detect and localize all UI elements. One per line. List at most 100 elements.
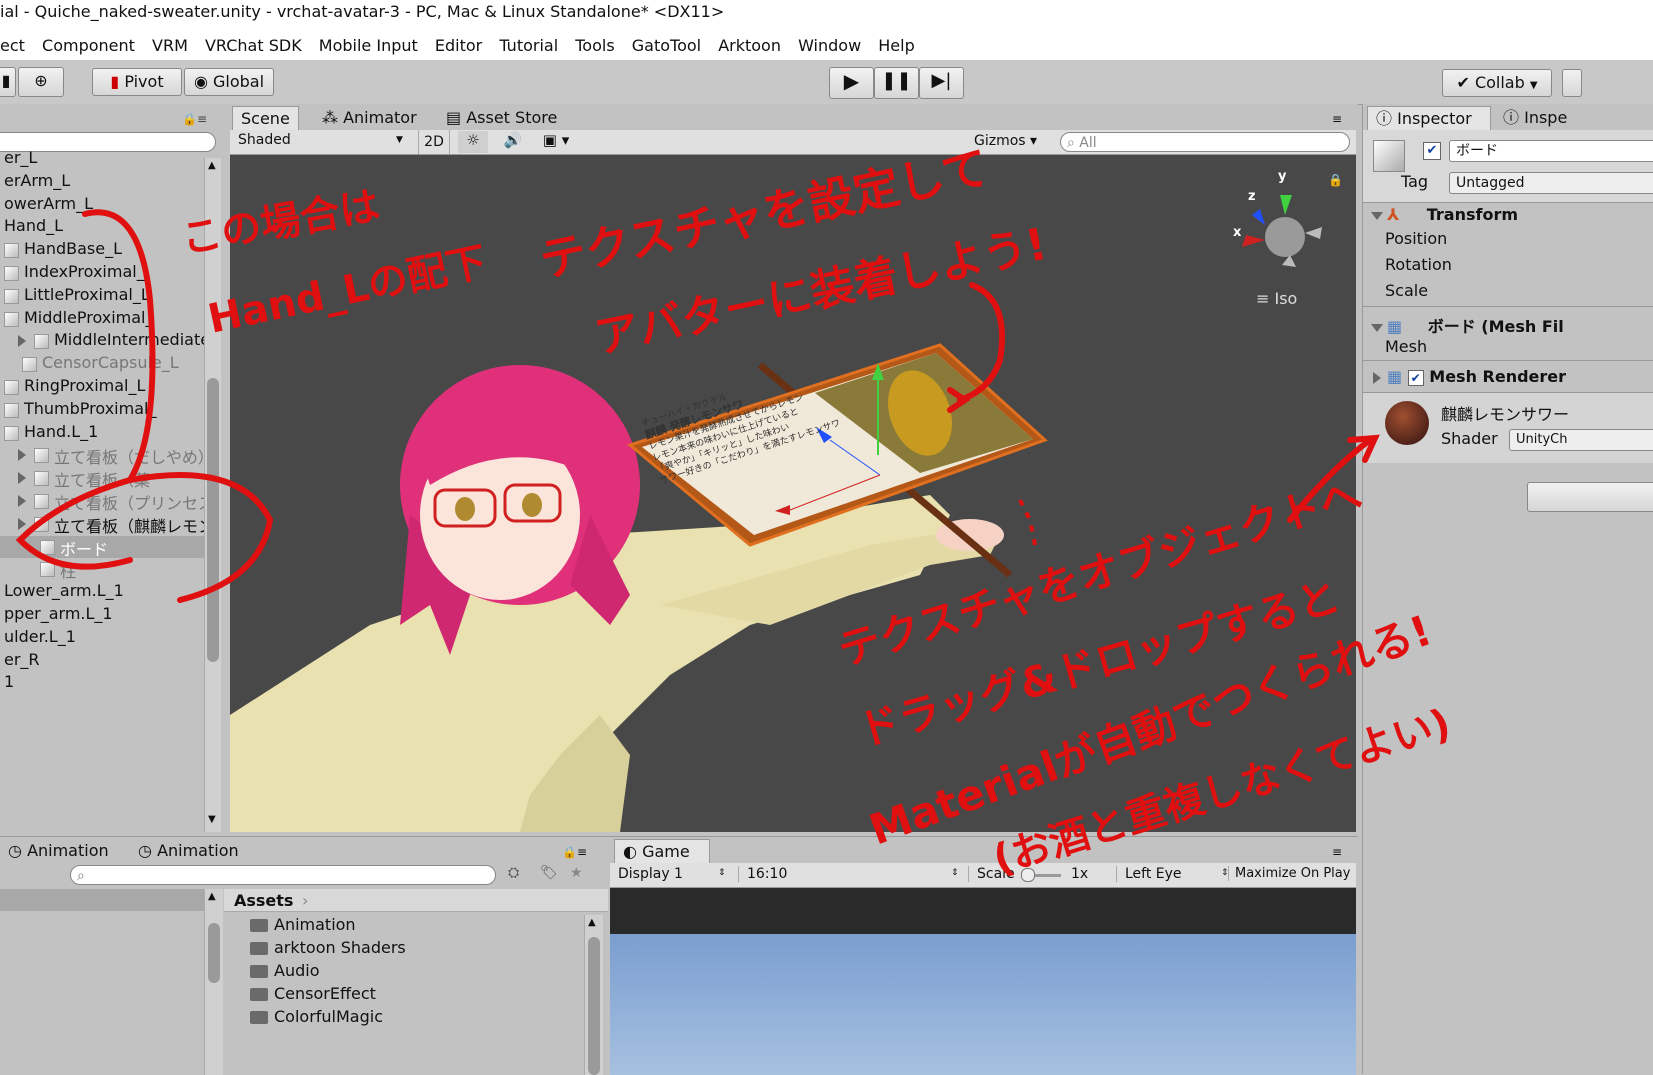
project-folder-scroll-thumb[interactable]: [588, 937, 600, 1075]
renderer-enabled-checkbox[interactable]: ✔: [1407, 370, 1424, 386]
toggle-2d-button[interactable]: 2D: [418, 130, 450, 154]
scroll-up-icon[interactable]: ▲: [588, 917, 596, 928]
eye-dropdown[interactable]: Left Eye ⇕: [1116, 866, 1237, 882]
shading-dropdown[interactable]: Shaded ▼: [238, 132, 408, 148]
hierarchy-item[interactable]: er_L: [0, 148, 204, 170]
menu-vrchat-sdk[interactable]: VRChat SDK: [205, 36, 302, 55]
hierarchy-item[interactable]: 柱: [0, 558, 204, 581]
rect-tool-button[interactable]: ▮: [0, 67, 16, 97]
foldout-arrow-icon[interactable]: [18, 495, 26, 507]
menu-help[interactable]: Help: [878, 36, 914, 55]
scroll-down-icon[interactable]: ▼: [208, 814, 216, 825]
hierarchy-item[interactable]: HandBase_L: [0, 239, 204, 261]
hierarchy-item[interactable]: erArm_L: [0, 171, 204, 193]
menu-tools[interactable]: Tools: [575, 36, 614, 55]
foldout-arrow-icon[interactable]: [18, 472, 26, 485]
hierarchy-item[interactable]: pper_arm.L_1: [0, 604, 204, 626]
play-button[interactable]: ▶: [829, 67, 874, 99]
tab-animation-2[interactable]: ◷ Animation: [130, 839, 247, 863]
global-button[interactable]: ◉ Global: [184, 68, 274, 96]
tab-inspector[interactable]: ⓘ Inspector: [1367, 106, 1491, 130]
pause-button[interactable]: ❚❚: [874, 67, 919, 99]
hierarchy-item[interactable]: MiddleIntermediate: [0, 330, 204, 352]
hierarchy-item[interactable]: owerArm_L: [0, 194, 204, 216]
menu-gatotool[interactable]: GatoTool: [632, 36, 701, 55]
project-folder-item[interactable]: Audio: [250, 961, 319, 980]
hierarchy-item[interactable]: ulder.L_1: [0, 627, 204, 649]
hierarchy-item[interactable]: CensorCapsule_L: [0, 353, 204, 375]
project-folder-scrollbar[interactable]: ▲: [584, 915, 603, 1075]
lighting-toggle-icon[interactable]: ☼: [458, 131, 488, 153]
scene-menu-icon[interactable]: ≡: [1332, 112, 1342, 126]
tab-asset-store[interactable]: ▤ Asset Store: [438, 106, 565, 130]
tab-scene[interactable]: Scene: [232, 106, 299, 130]
audio-toggle-icon[interactable]: 🔊: [498, 131, 528, 153]
hierarchy-item[interactable]: Hand_L: [0, 216, 204, 238]
add-component-button[interactable]: [1527, 482, 1653, 512]
menu-mobile-input[interactable]: Mobile Input: [319, 36, 418, 55]
display-dropdown[interactable]: Display 1 ⇕: [618, 866, 730, 882]
scene-lock-icon[interactable]: 🔒: [1328, 173, 1343, 187]
aspect-dropdown[interactable]: 16:10 ⇕: [738, 866, 969, 882]
hierarchy-item[interactable]: er_R: [0, 650, 204, 672]
menu-arktoon[interactable]: Arktoon: [718, 36, 781, 55]
collab-button[interactable]: ✔ Collab ▼: [1442, 69, 1552, 97]
orientation-gizmo[interactable]: [1242, 195, 1322, 267]
foldout-arrow-icon[interactable]: [18, 449, 26, 462]
transform-header[interactable]: ⅄ Transform: [1371, 205, 1518, 224]
foldout-arrow-icon[interactable]: [18, 335, 26, 348]
active-checkbox[interactable]: ✔: [1423, 142, 1441, 160]
mesh-filter-header[interactable]: ▦ ボード (Mesh Fil: [1371, 313, 1564, 337]
project-folder-item[interactable]: arktoon Shaders: [250, 938, 406, 957]
project-tree-selected-row[interactable]: [0, 889, 204, 911]
filter-type-icon[interactable]: ⛭: [508, 865, 519, 881]
project-folder-item[interactable]: CensorEffect: [250, 984, 376, 1003]
hierarchy-item[interactable]: Lower_arm.L_1: [0, 581, 204, 603]
foldout-arrow-icon[interactable]: [18, 517, 26, 530]
project-search-input[interactable]: ⌕: [70, 865, 496, 885]
scene-search-input[interactable]: ⌕ All: [1060, 132, 1350, 152]
tab-game[interactable]: ◐ Game: [614, 839, 710, 863]
game-menu-icon[interactable]: ≡: [1332, 845, 1342, 859]
project-tree-scrollbar[interactable]: ▲: [204, 889, 223, 1075]
gizmos-dropdown[interactable]: Gizmos ▾: [974, 133, 1037, 149]
hierarchy-item[interactable]: 立て看板（菓: [0, 467, 204, 490]
account-button[interactable]: [1562, 69, 1582, 97]
iso-toggle[interactable]: ≡ Iso: [1256, 289, 1297, 308]
lock-icon[interactable]: 🔒≡: [182, 112, 207, 126]
hierarchy-item[interactable]: ボード: [0, 535, 204, 559]
hierarchy-item[interactable]: MiddleProximal_: [0, 308, 204, 330]
tag-dropdown[interactable]: Untagged: [1449, 172, 1653, 194]
hierarchy-item[interactable]: 1: [0, 672, 204, 694]
hierarchy-item[interactable]: Hand.L_1: [0, 422, 204, 444]
shader-dropdown[interactable]: UnityCh: [1509, 429, 1653, 451]
scroll-up-icon[interactable]: ▲: [208, 891, 216, 902]
menu-component[interactable]: Component: [42, 36, 135, 55]
effects-toggle-icon[interactable]: ▣ ▾: [538, 131, 574, 153]
scroll-up-icon[interactable]: ▲: [208, 160, 216, 171]
tab-inspector-2[interactable]: ⓘ Inspe: [1495, 106, 1575, 130]
menu-edit[interactable]: ect: [0, 36, 25, 55]
breadcrumb-assets[interactable]: Assets: [234, 891, 293, 910]
hierarchy-item[interactable]: 立て看板（プリンセス: [0, 490, 204, 513]
project-lock-icon[interactable]: 🔒≡: [562, 845, 587, 859]
project-tree-scroll-thumb[interactable]: [208, 923, 220, 983]
tab-animation-1[interactable]: ◷ Animation: [0, 839, 117, 863]
menu-vrm[interactable]: VRM: [152, 36, 188, 55]
tab-animator[interactable]: ⁂ Animator: [314, 106, 425, 130]
hierarchy-item[interactable]: 立て看板（麒麟レモン: [0, 513, 204, 536]
pivot-button[interactable]: ▮ Pivot: [92, 68, 182, 96]
menu-window[interactable]: Window: [798, 36, 861, 55]
hierarchy-scroll-thumb[interactable]: [207, 378, 219, 662]
favorite-star-icon[interactable]: ★: [570, 865, 583, 881]
menu-editor[interactable]: Editor: [435, 36, 482, 55]
project-folder-item[interactable]: ColorfulMagic: [250, 1007, 383, 1026]
object-name-field[interactable]: ボード: [1449, 140, 1653, 162]
hierarchy-item[interactable]: ThumbProximal_: [0, 399, 204, 421]
hierarchy-item[interactable]: RingProximal_L: [0, 376, 204, 398]
hierarchy-item[interactable]: IndexProximal_: [0, 262, 204, 284]
mesh-renderer-header[interactable]: ▦ ✔ Mesh Renderer: [1373, 367, 1566, 386]
material-preview-sphere[interactable]: [1385, 401, 1429, 445]
hierarchy-item[interactable]: 立て看板（だしやめ）: [0, 444, 204, 467]
menu-tutorial[interactable]: Tutorial: [499, 36, 558, 55]
